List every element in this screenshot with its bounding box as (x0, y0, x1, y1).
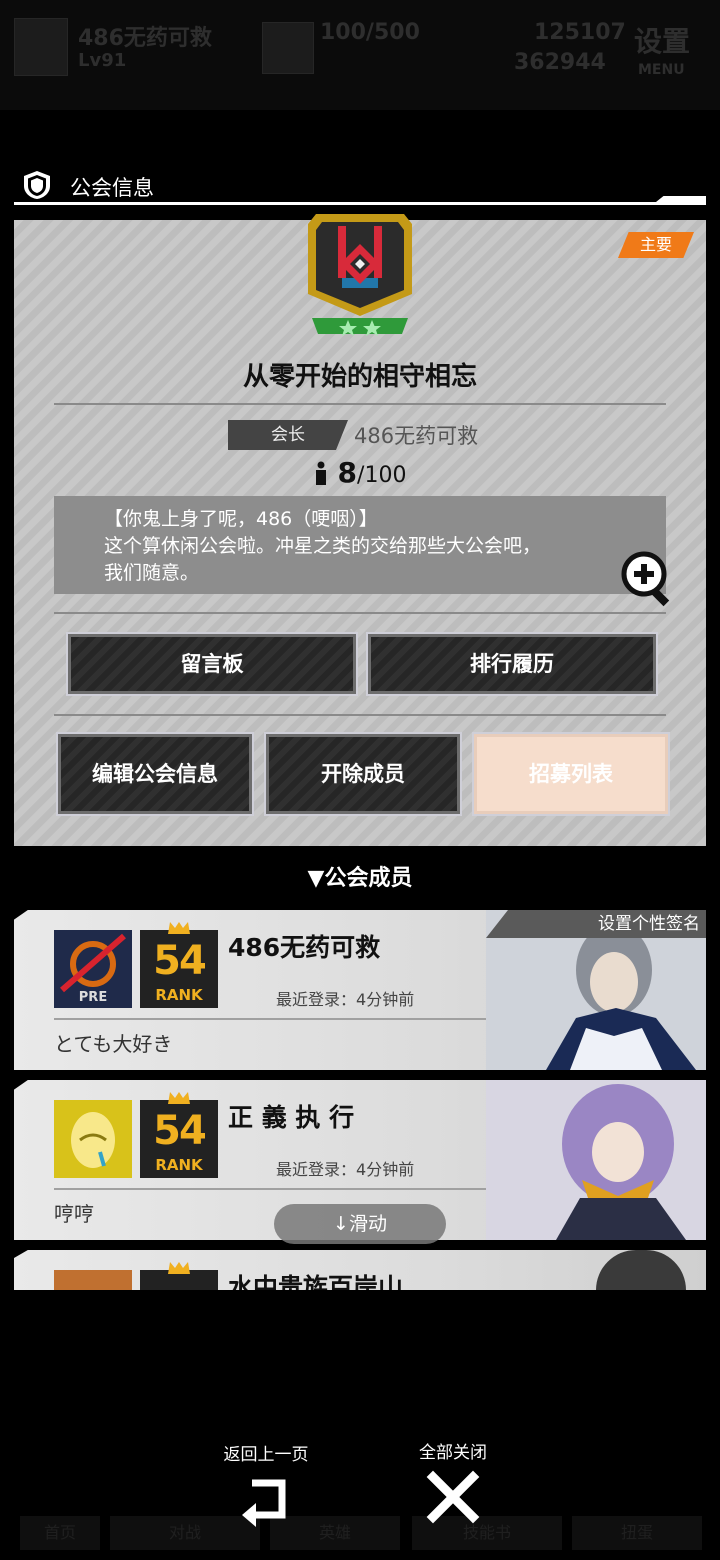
back-label: 返回上一页 (223, 1445, 309, 1465)
divider (54, 403, 666, 405)
member-avatar (486, 1080, 706, 1240)
member-signature: とても大好き (54, 1032, 173, 1056)
crown-icon (168, 1092, 190, 1104)
leader-name: 486无药可救 (354, 424, 479, 448)
background-gold: 125107 (534, 20, 626, 45)
background-stamina: 100/500 (320, 20, 420, 45)
member-icon (54, 1270, 132, 1290)
member-name: 486无药可救 (228, 933, 381, 962)
close-all-button[interactable]: 全部关闭 (398, 1438, 508, 1529)
divider (54, 1018, 486, 1020)
rank-number: 54 (153, 938, 207, 984)
background-settings: 设置 (634, 25, 691, 58)
last-login-label: 最近登录： (276, 990, 357, 1009)
guild-name: 从零开始的相守相忘 (242, 362, 477, 392)
rank-label: RANK (155, 1156, 203, 1174)
recruit-list-button[interactable]: 招募列表 (472, 732, 670, 816)
edit-guild-info-button[interactable]: 编辑公会信息 (56, 732, 254, 816)
remove-member-button[interactable]: 开除成员 (264, 732, 462, 816)
crown-icon (168, 1262, 190, 1274)
section-title: 公会信息 (70, 176, 154, 200)
scroll-hint: ↓滑动 (274, 1204, 446, 1244)
crown-icon (168, 922, 190, 934)
zoom-in-icon[interactable] (620, 550, 678, 608)
set-signature-button[interactable]: 设置个性签名 (486, 910, 706, 938)
back-button[interactable]: 返回上一页 (208, 1440, 324, 1531)
member-count: 8/100 (14, 456, 706, 489)
divider (54, 612, 666, 614)
background-nav-item: 扭蛋 (572, 1516, 702, 1550)
member-name: 正 義 执 行 (228, 1103, 355, 1132)
background-hud: 486无药可救 Lv91 100/500 125107 362944 设置 ME… (0, 0, 720, 110)
background-avatar (14, 18, 68, 76)
members-section-label: ▼公会成员 (307, 866, 413, 891)
return-arrow-icon (242, 1479, 286, 1527)
guild-info-panel: 主要 从零开始的相守相忘 会长 486无药可救 8/100 【你鬼上身了呢，48… (14, 214, 706, 846)
last-login: 最近登录：4分钟前 (276, 1156, 414, 1180)
main-guild-badge: 主要 (618, 232, 694, 258)
member-avatar (596, 1250, 686, 1290)
background-player-name: 486无药可救 (78, 26, 212, 51)
leader-label: 会长 (228, 420, 348, 450)
rank-label: RANK (155, 986, 203, 1004)
last-login-value: 4分钟前 (356, 990, 415, 1009)
member-count-max: /100 (357, 463, 407, 488)
member-card[interactable]: 设置个性签名 PRE 54 RANK 486无药可救 最近登录：4分钟前 とても… (14, 910, 706, 1070)
divider (54, 714, 666, 716)
last-login-value: 4分钟前 (356, 1160, 415, 1179)
close-icon (426, 1470, 480, 1524)
member-count-current: 8 (337, 456, 358, 489)
member-card[interactable]: 水中贵族百岸山 (14, 1250, 706, 1290)
guild-emblem-icon (308, 214, 412, 336)
background-nav-item: 首页 (20, 1516, 100, 1550)
message-board-button[interactable]: 留言板 (66, 632, 358, 696)
golden-mask-icon (54, 1100, 132, 1178)
pre-badge-label: PRE (78, 990, 108, 1005)
rank-badge: 54 RANK (140, 930, 218, 1008)
header-underline-tip (656, 196, 706, 202)
background-stamina-icon (262, 22, 314, 74)
ranking-history-button[interactable]: 排行履历 (366, 632, 658, 696)
member-name: 水中贵族百岸山 (228, 1273, 404, 1290)
guild-info-header: 公会信息 (14, 168, 706, 206)
background-menu: MENU (638, 62, 685, 78)
last-login-label: 最近登录： (276, 1160, 357, 1179)
background-gems: 362944 (514, 50, 606, 75)
rank-badge: 54 RANK (140, 1100, 218, 1178)
guild-notice: 【你鬼上身了呢，486（哽咽）】 这个算休闲公会啦。冲星之类的交给那些大公会吧，… (54, 496, 666, 594)
person-icon (315, 461, 326, 485)
background-nav: 首页 对战 英雄 技能书 扭蛋 (0, 1420, 720, 1560)
header-underline (14, 202, 706, 205)
last-login: 最近登录：4分钟前 (276, 986, 414, 1010)
close-all-label: 全部关闭 (419, 1443, 487, 1463)
rank-number: 54 (153, 1108, 207, 1154)
guild-notice-text: 【你鬼上身了呢，486（哽咽）】 这个算休闲公会啦。冲星之类的交给那些大公会吧，… (104, 508, 542, 584)
shield-icon (24, 171, 50, 199)
member-signature: 哼哼 (54, 1202, 94, 1226)
divider (54, 1188, 486, 1190)
background-level: Lv91 (78, 50, 127, 71)
